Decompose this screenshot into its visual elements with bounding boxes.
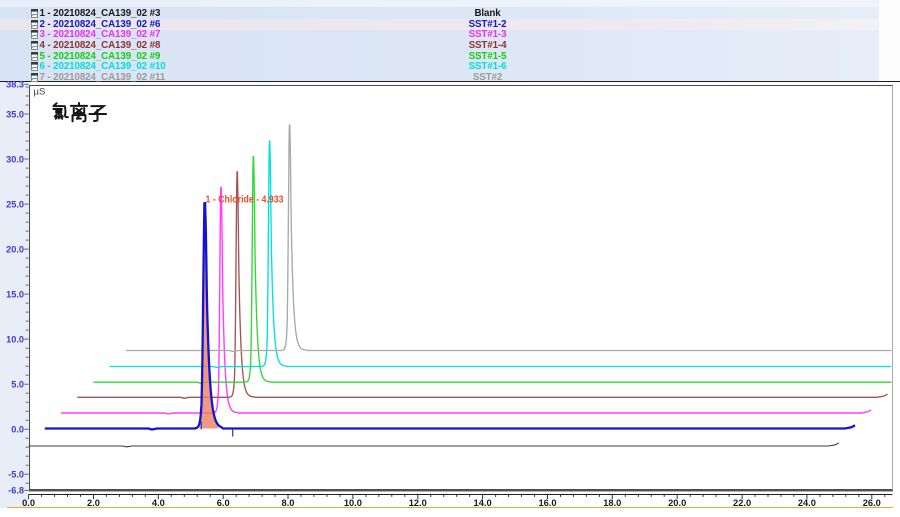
svg-text:10.0: 10.0 (344, 498, 362, 508)
svg-text:20.0: 20.0 (668, 498, 686, 508)
svg-text:10.0: 10.0 (6, 334, 24, 344)
svg-text:30.0: 30.0 (6, 154, 24, 164)
svg-text:18.0: 18.0 (603, 498, 621, 508)
svg-text:14.0: 14.0 (474, 498, 492, 508)
svg-text:µS: µS (34, 87, 46, 98)
svg-text:24.0: 24.0 (798, 498, 816, 508)
svg-text:5.0: 5.0 (11, 380, 24, 390)
svg-text:0.0: 0.0 (22, 498, 35, 508)
svg-text:6.0: 6.0 (217, 498, 230, 508)
svg-text:12.0: 12.0 (409, 498, 427, 508)
svg-text:16.0: 16.0 (538, 498, 556, 508)
svg-text:26.0: 26.0 (863, 498, 881, 508)
svg-text:0.0: 0.0 (11, 425, 24, 435)
svg-text:22.0: 22.0 (733, 498, 751, 508)
svg-text:20.0: 20.0 (6, 244, 24, 254)
svg-text:25.0: 25.0 (6, 199, 24, 209)
svg-text:15.0: 15.0 (6, 289, 24, 299)
svg-text:35.0: 35.0 (6, 109, 24, 119)
svg-text:2.0: 2.0 (87, 498, 100, 508)
svg-text:4.0: 4.0 (152, 498, 165, 508)
svg-text:1 - Chloride - 4.933: 1 - Chloride - 4.933 (206, 195, 284, 206)
svg-text:38.3: 38.3 (6, 80, 24, 90)
svg-text:8.0: 8.0 (282, 498, 295, 508)
svg-text:-6.8: -6.8 (8, 486, 24, 496)
svg-text:-5.0: -5.0 (8, 470, 24, 480)
